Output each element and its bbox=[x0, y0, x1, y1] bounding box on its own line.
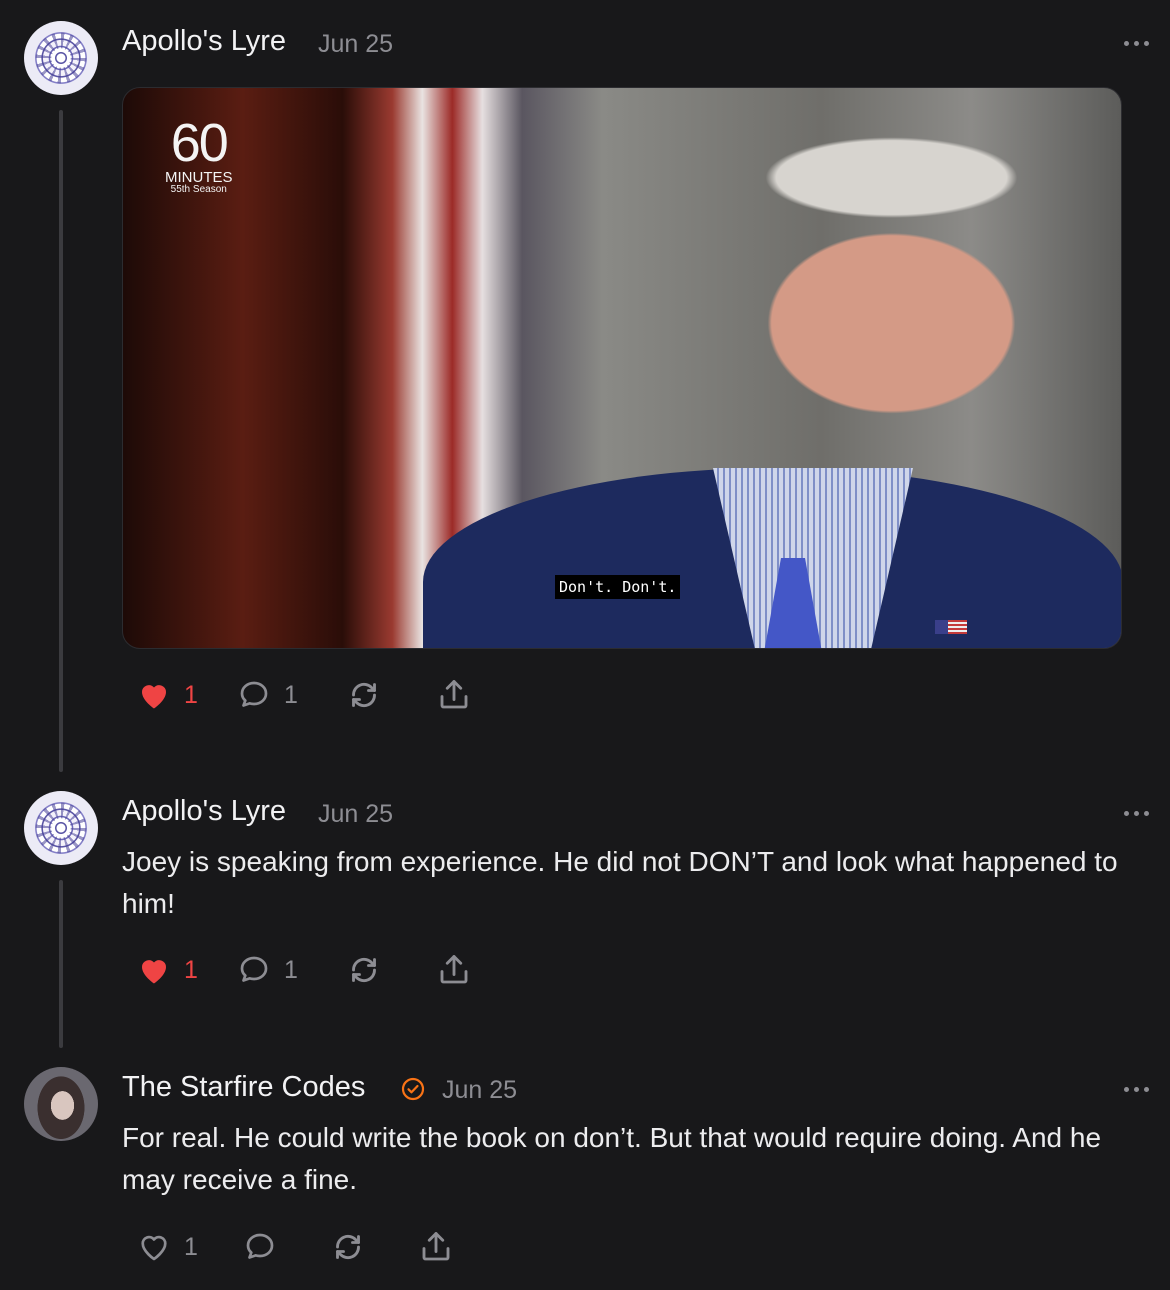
post-1: Apollo's Lyre Jun 25 60 MINUTES 55th Sea… bbox=[0, 0, 1170, 780]
post-text: Joey is speaking from experience. He did… bbox=[122, 846, 1118, 919]
restack-icon bbox=[352, 682, 376, 708]
post-date[interactable]: Jun 25 bbox=[318, 30, 393, 59]
share-button[interactable] bbox=[436, 952, 472, 988]
thread-line bbox=[59, 880, 63, 1048]
comment-icon bbox=[246, 1233, 274, 1259]
share-icon bbox=[440, 680, 468, 709]
post-3: The Starfire Codes Jun 25 For real. He c… bbox=[0, 1050, 1170, 1290]
share-icon bbox=[440, 955, 468, 984]
comment-icon bbox=[240, 956, 268, 982]
heart-outline-icon bbox=[141, 1235, 167, 1261]
comment-button[interactable]: 1 bbox=[236, 677, 298, 713]
restack-icon bbox=[336, 1234, 360, 1260]
restack-icon bbox=[352, 957, 376, 983]
restack-button[interactable] bbox=[346, 677, 382, 713]
comment-count: 1 bbox=[284, 955, 298, 984]
post-actions: 1 1 bbox=[136, 952, 496, 992]
thread-line bbox=[59, 110, 63, 772]
comment-button[interactable]: 1 bbox=[236, 952, 298, 988]
video-thumbnail[interactable]: 60 MINUTES 55th Season Don't. Don't. bbox=[122, 87, 1122, 649]
heart-filled-icon bbox=[142, 960, 166, 984]
post-text: For real. He could write the book on don… bbox=[122, 1122, 1102, 1195]
comment-icon bbox=[240, 681, 268, 707]
post-actions: 1 bbox=[136, 1229, 476, 1269]
like-button[interactable]: 1 bbox=[136, 1229, 198, 1265]
restack-button[interactable] bbox=[330, 1229, 366, 1265]
heart-filled-icon bbox=[142, 685, 166, 709]
author-name[interactable]: Apollo's Lyre bbox=[122, 25, 286, 58]
post-date[interactable]: Jun 25 bbox=[442, 1076, 517, 1105]
share-button[interactable] bbox=[436, 677, 472, 713]
video-caption: Don't. Don't. bbox=[555, 575, 681, 599]
comment-button[interactable] bbox=[242, 1229, 278, 1265]
more-options-icon[interactable] bbox=[1124, 39, 1150, 47]
like-button[interactable]: 1 bbox=[136, 952, 198, 988]
share-button[interactable] bbox=[418, 1229, 454, 1265]
show-logo: 60 MINUTES 55th Season bbox=[165, 113, 233, 195]
author-name[interactable]: The Starfire Codes bbox=[122, 1071, 365, 1104]
like-count: 1 bbox=[184, 680, 198, 709]
flag-pin bbox=[935, 620, 967, 634]
more-options-icon[interactable] bbox=[1124, 1085, 1150, 1093]
restack-button[interactable] bbox=[346, 952, 382, 988]
like-count: 1 bbox=[184, 955, 198, 984]
share-icon bbox=[422, 1232, 450, 1261]
post-date[interactable]: Jun 25 bbox=[318, 800, 393, 829]
post-actions: 1 1 bbox=[136, 677, 496, 717]
more-options-icon[interactable] bbox=[1124, 809, 1150, 817]
author-name[interactable]: Apollo's Lyre bbox=[122, 795, 286, 828]
author-avatar[interactable] bbox=[24, 1067, 98, 1141]
post-2: Apollo's Lyre Jun 25 Joey is speaking fr… bbox=[0, 780, 1170, 1050]
like-count: 1 bbox=[184, 1232, 198, 1261]
author-avatar[interactable] bbox=[24, 21, 98, 95]
author-avatar[interactable] bbox=[24, 791, 98, 865]
like-button[interactable]: 1 bbox=[136, 677, 198, 713]
verified-badge-icon bbox=[401, 1077, 425, 1101]
comment-count: 1 bbox=[284, 680, 298, 709]
